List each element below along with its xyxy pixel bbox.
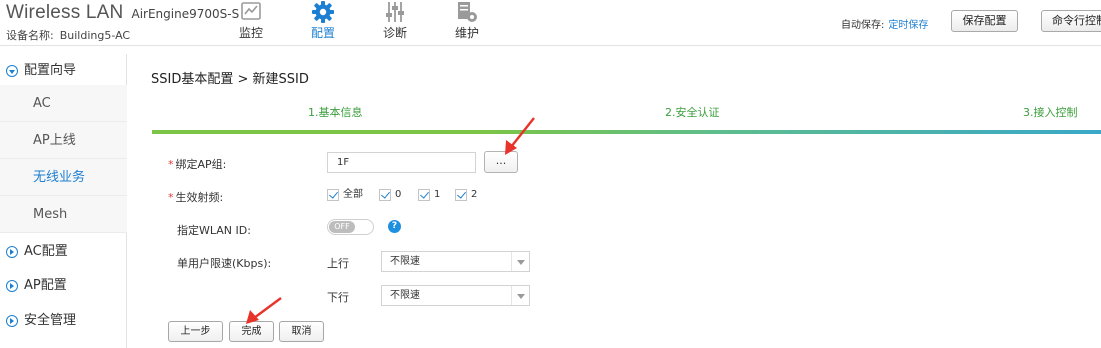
uplink-select[interactable]: 不限速 <box>381 251 530 272</box>
sidebar-group-wizard[interactable]: 配置向导 <box>0 54 127 88</box>
radio-0-checkbox[interactable] <box>379 189 391 201</box>
collapse-circle-icon <box>6 315 18 327</box>
radio-2-checkbox[interactable] <box>455 189 467 201</box>
gear-icon <box>312 1 334 23</box>
radio-label: * 生效射频: <box>168 191 224 204</box>
nav-config[interactable]: 配置 <box>288 0 358 46</box>
sidebar: 配置向导 AC AP上线 无线业务 Mesh AC配置 AP配置 安全管理 <box>0 54 127 348</box>
device-name: 设备名称: Building5-AC <box>6 29 131 42</box>
breadcrumb: SSID基本配置 > 新建SSID <box>151 72 309 87</box>
sliders-icon <box>386 2 404 22</box>
required-mark: * <box>168 158 174 171</box>
prev-step-button[interactable]: 上一步 <box>168 321 223 342</box>
chevron-down-icon[interactable] <box>511 286 529 305</box>
autosave-link[interactable]: 定时保存 <box>888 20 928 31</box>
sidebar-item-wireless-service[interactable]: 无线业务 <box>0 159 127 196</box>
wlan-id-label: 指定WLAN ID: <box>177 224 251 237</box>
top-header: Wireless LAN AirEngine9700S-S 设备名称: Buildi… <box>0 0 1101 46</box>
radio-1-label: 1 <box>434 189 441 200</box>
autosave-status: 自动保存: 定时保存 <box>841 20 929 31</box>
radio-0-label: 0 <box>395 189 402 200</box>
annotation-arrow-browse <box>505 117 535 155</box>
collapse-circle-icon <box>6 280 18 292</box>
downlink-label: 下行 <box>327 291 349 304</box>
collapse-circle-icon <box>6 246 18 258</box>
required-mark: * <box>168 191 174 204</box>
uplink-label: 上行 <box>327 257 349 270</box>
brand: Wireless LAN AirEngine9700S-S <box>6 2 239 24</box>
radio-1-checkbox[interactable] <box>418 189 430 201</box>
radio-all-label: 全部 <box>343 189 363 200</box>
rate-limit-label: 单用户限速(Kbps): <box>177 257 272 270</box>
wlan-id-toggle[interactable]: OFF <box>327 219 374 235</box>
nav-monitor[interactable]: 监控 <box>216 0 286 46</box>
nav-diagnose[interactable]: 诊断 <box>360 0 430 46</box>
ap-group-label: * 绑定AP组: <box>168 158 227 171</box>
step-access-control: 3.接入控制 <box>1023 106 1078 119</box>
cli-button[interactable]: 命令行控制 <box>1041 10 1101 32</box>
help-icon[interactable]: ? <box>388 220 401 233</box>
maintenance-gear-icon <box>458 2 477 22</box>
browse-ap-group-button[interactable]: ... <box>484 151 518 173</box>
sidebar-group-ac-config[interactable]: AC配置 <box>0 235 127 269</box>
step-security-auth: 2.安全认证 <box>665 106 720 119</box>
cancel-button[interactable]: 取消 <box>279 321 324 342</box>
chevron-down-icon[interactable] <box>511 252 529 271</box>
sidebar-item-ac[interactable]: AC <box>0 85 127 122</box>
sidebar-group-ap-config[interactable]: AP配置 <box>0 269 127 303</box>
toggle-knob: OFF <box>329 221 355 233</box>
step-basic-info: 1.基本信息 <box>308 106 363 119</box>
brand-logo: Wireless LAN <box>6 2 124 23</box>
ap-group-input[interactable]: 1F <box>327 152 476 173</box>
save-config-button[interactable]: 保存配置 <box>951 10 1018 32</box>
sidebar-item-ap-online[interactable]: AP上线 <box>0 122 127 159</box>
radio-2-label: 2 <box>471 189 478 200</box>
monitor-chart-icon <box>241 2 261 20</box>
annotation-arrows <box>246 117 535 324</box>
radio-all-checkbox[interactable] <box>327 189 339 201</box>
downlink-select[interactable]: 不限速 <box>381 285 530 306</box>
finish-button[interactable]: 完成 <box>229 321 274 342</box>
nav-maintain[interactable]: 维护 <box>432 0 502 46</box>
sidebar-item-mesh[interactable]: Mesh <box>0 196 127 233</box>
sidebar-group-security[interactable]: 安全管理 <box>0 304 127 338</box>
wizard-progress-bar <box>152 130 1101 134</box>
expand-circle-icon <box>6 65 18 77</box>
